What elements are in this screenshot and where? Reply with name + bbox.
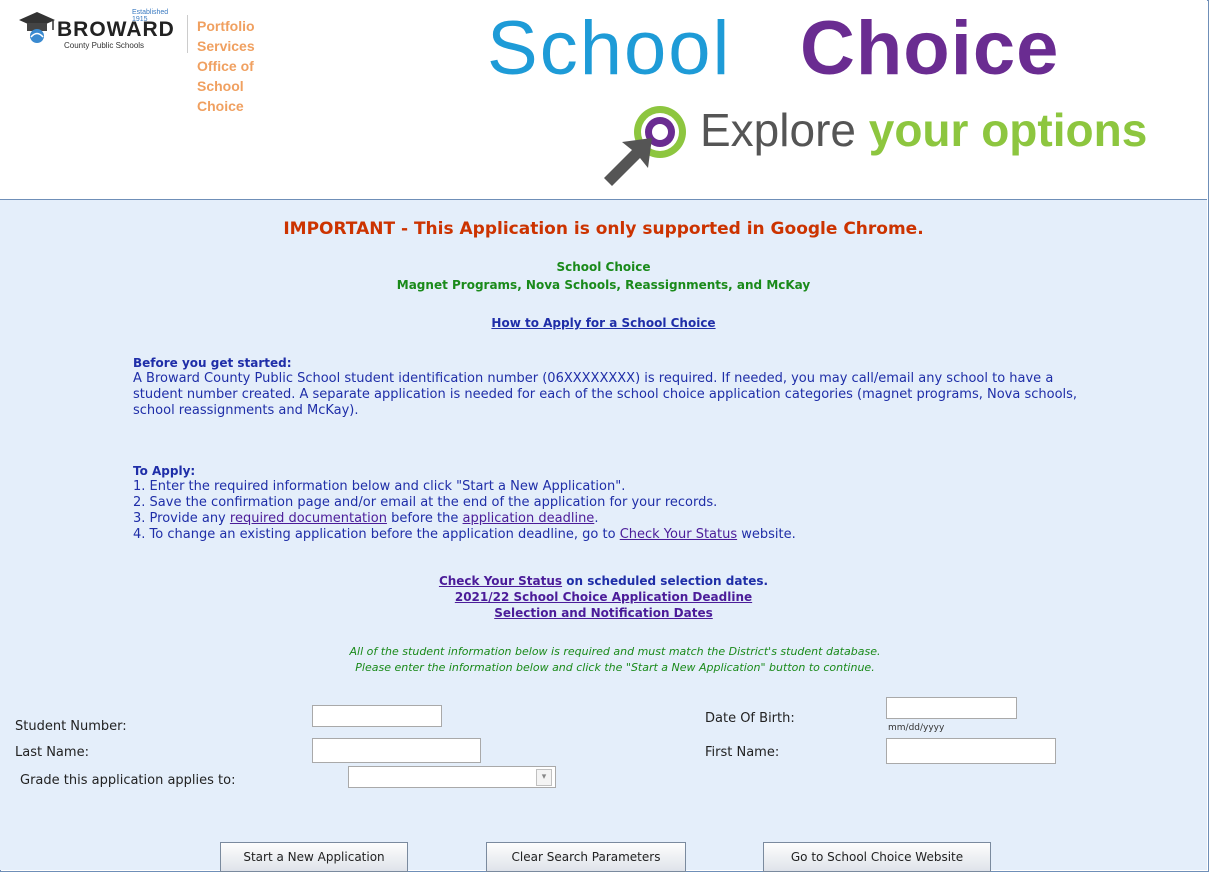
school-choice-website-button[interactable]: Go to School Choice Website <box>763 842 991 872</box>
start-application-button[interactable]: Start a New Application <box>220 842 408 872</box>
step-4-prefix: 4. To change an existing application bef… <box>133 527 620 542</box>
dob-format-hint: mm/dd/yyyy <box>888 723 945 733</box>
how-to-apply-link[interactable]: How to Apply for a School Choice <box>491 316 715 330</box>
dropdown-arrow-icon[interactable]: ▾ <box>536 769 552 786</box>
cursor-arrow-icon <box>590 102 700 190</box>
step-3: 3. Provide any required documentation be… <box>133 511 1088 527</box>
requirement-note-1: All of the student information below is … <box>349 645 881 658</box>
status-suffix: on scheduled selection dates. <box>562 574 769 588</box>
application-deadline-link[interactable]: application deadline <box>463 511 595 526</box>
check-status-inline-link[interactable]: Check Your Status <box>620 527 737 542</box>
step-4-suffix: website. <box>737 527 796 542</box>
step-3-suffix: . <box>594 511 599 526</box>
step-3-mid: before the <box>386 511 463 526</box>
graduation-cap-icon <box>17 10 57 48</box>
brand-school-word: School <box>487 6 732 91</box>
chrome-warning: IMPORTANT - This Application is only sup… <box>283 219 924 239</box>
selection-dates-link[interactable]: Selection and Notification Dates <box>494 606 713 620</box>
check-status-link[interactable]: Check Your Status <box>439 574 562 588</box>
student-number-field[interactable] <box>312 705 442 727</box>
before-heading: Before you get started: <box>133 356 292 370</box>
program-subtitle: Magnet Programs, Nova Schools, Reassignm… <box>396 278 811 292</box>
status-line: Check Your Status on scheduled selection… <box>0 574 1207 588</box>
step-3-prefix: 3. Provide any <box>133 511 230 526</box>
department-name: Portfolio Services Office of School Choi… <box>197 16 255 116</box>
deadline-line: 2021/22 School Choice Application Deadli… <box>0 590 1207 604</box>
to-apply-heading: To Apply: <box>133 464 196 478</box>
header-banner: Established 1915 BROWARD County Public S… <box>0 0 1207 200</box>
clear-search-button[interactable]: Clear Search Parameters <box>486 842 686 872</box>
tagline-prefix: Explore <box>700 104 869 156</box>
required-documentation-link[interactable]: required documentation <box>230 511 387 526</box>
brand-tagline: Explore your options <box>700 100 1147 160</box>
deadline-link[interactable]: 2021/22 School Choice Application Deadli… <box>455 590 752 604</box>
requirement-note-2: Please enter the information below and c… <box>355 661 875 674</box>
first-name-field[interactable] <box>886 738 1056 764</box>
brand-choice-word: Choice <box>800 6 1060 91</box>
program-title: School Choice <box>556 260 651 274</box>
step-4: 4. To change an existing application bef… <box>133 527 1088 543</box>
before-started-section: Before you get started: A Broward County… <box>133 355 1088 419</box>
grade-select[interactable]: ▾ <box>348 766 556 788</box>
logo-divider <box>187 15 188 53</box>
how-to-apply-line: How to Apply for a School Choice <box>0 316 1207 330</box>
selection-line: Selection and Notification Dates <box>0 606 1207 620</box>
last-name-label: Last Name: <box>15 745 89 760</box>
main-panel: IMPORTANT - This Application is only sup… <box>0 200 1207 872</box>
dob-label: Date Of Birth: <box>705 711 795 726</box>
first-name-label: First Name: <box>705 745 780 760</box>
grade-label: Grade this application applies to: <box>20 773 236 788</box>
last-name-field[interactable] <box>312 738 481 763</box>
logo-subtitle: County Public Schools <box>64 41 145 50</box>
step-1: 1. Enter the required information below … <box>133 479 626 494</box>
dob-field[interactable] <box>886 697 1017 719</box>
logo-title: BROWARD <box>57 18 175 41</box>
tagline-highlight: your options <box>868 104 1148 156</box>
department-line-2: Office of School Choice <box>197 58 254 114</box>
department-line-1: Portfolio Services <box>197 18 255 54</box>
before-text: A Broward County Public School student i… <box>133 371 1078 418</box>
step-2: 2. Save the confirmation page and/or ema… <box>133 495 718 510</box>
to-apply-section: To Apply: 1. Enter the required informat… <box>133 463 1088 543</box>
student-number-label: Student Number: <box>15 719 127 734</box>
